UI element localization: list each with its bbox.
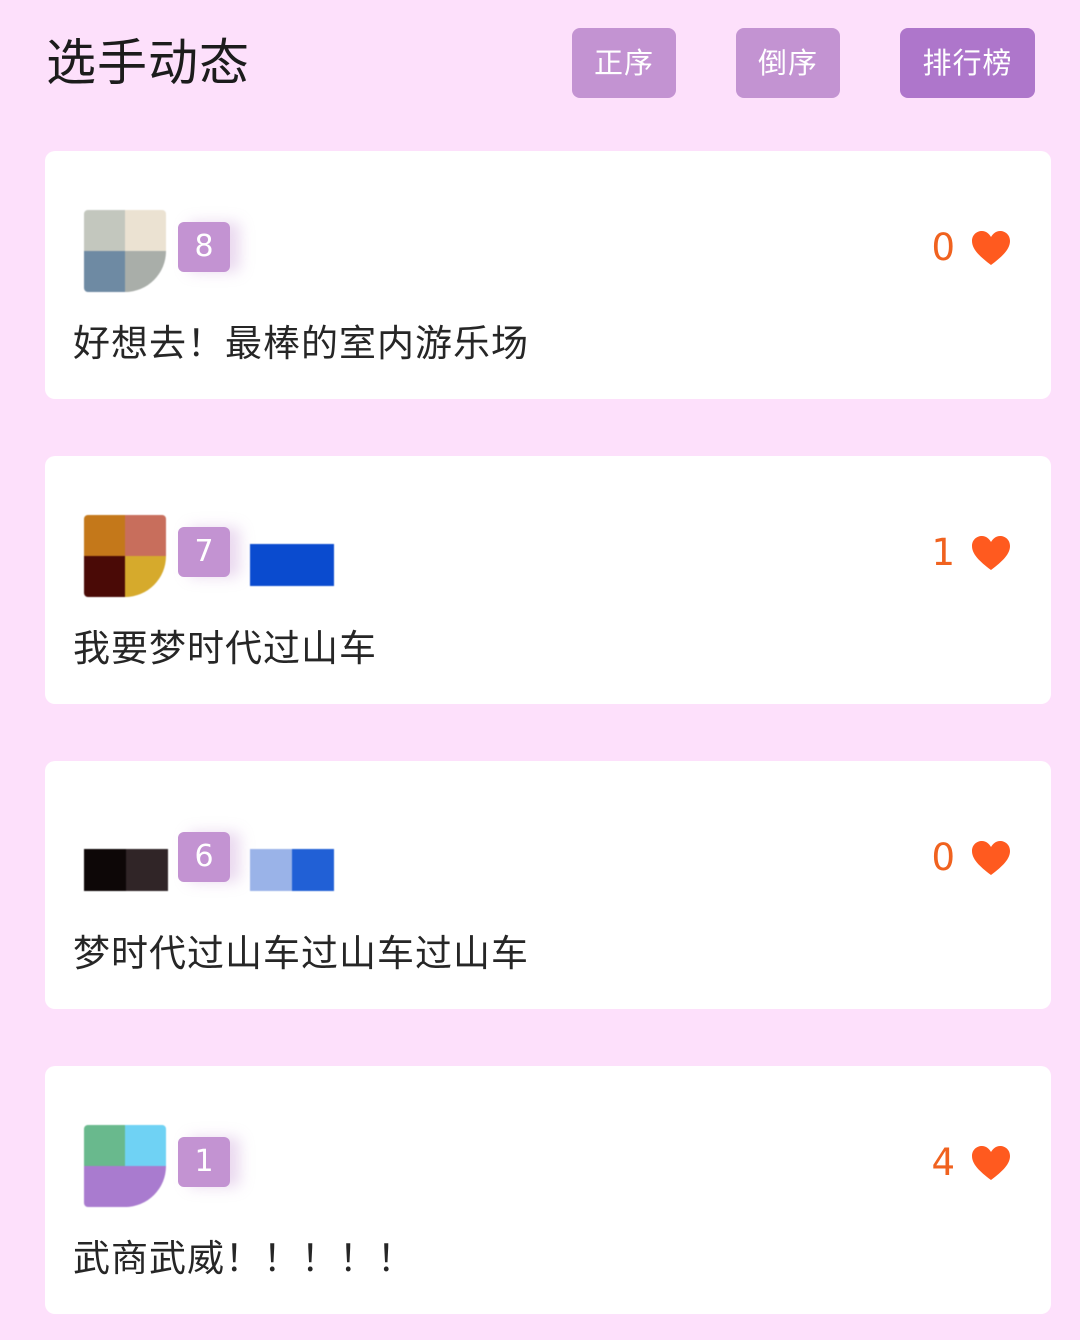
heart-icon[interactable] bbox=[971, 230, 1011, 266]
comment-text: 武商武威！！！！！ bbox=[73, 1237, 415, 1280]
like-count: 0 bbox=[931, 226, 955, 269]
comment-text: 梦时代过山车过山车过山车 bbox=[73, 932, 529, 975]
like-count: 0 bbox=[931, 836, 955, 879]
post-card[interactable]: 6 0 梦时代过山车过山车过山车 bbox=[45, 761, 1051, 1009]
post-card[interactable]: 8 0 好想去！最棒的室内游乐场 bbox=[45, 151, 1051, 399]
avatar[interactable] bbox=[84, 210, 166, 292]
rank-badge: 7 bbox=[178, 527, 230, 577]
comment-text: 我要梦时代过山车 bbox=[73, 627, 377, 670]
heart-icon[interactable] bbox=[971, 535, 1011, 571]
heart-icon[interactable] bbox=[971, 840, 1011, 876]
page-title: 选手动态 bbox=[46, 34, 250, 92]
avatar[interactable] bbox=[84, 849, 168, 891]
heart-icon[interactable] bbox=[971, 1145, 1011, 1181]
comment-text: 好想去！最棒的室内游乐场 bbox=[73, 322, 529, 365]
post-card[interactable]: 7 1 我要梦时代过山车 bbox=[45, 456, 1051, 704]
like-count: 4 bbox=[931, 1141, 955, 1184]
rank-badge: 1 bbox=[178, 1137, 230, 1187]
rank-badge: 8 bbox=[178, 222, 230, 272]
leaderboard-button[interactable]: 排行榜 bbox=[900, 28, 1035, 98]
sort-descending-button[interactable]: 倒序 bbox=[736, 28, 840, 98]
header: 选手动态 正序 倒序 排行榜 bbox=[0, 0, 1080, 130]
like-count: 1 bbox=[931, 531, 955, 574]
rank-badge: 6 bbox=[178, 832, 230, 882]
username-redacted bbox=[250, 544, 334, 586]
avatar[interactable] bbox=[84, 515, 166, 597]
avatar[interactable] bbox=[84, 1125, 166, 1207]
post-card[interactable]: 1 4 武商武威！！！！！ bbox=[45, 1066, 1051, 1314]
username-redacted bbox=[250, 849, 334, 891]
sort-ascending-button[interactable]: 正序 bbox=[572, 28, 676, 98]
